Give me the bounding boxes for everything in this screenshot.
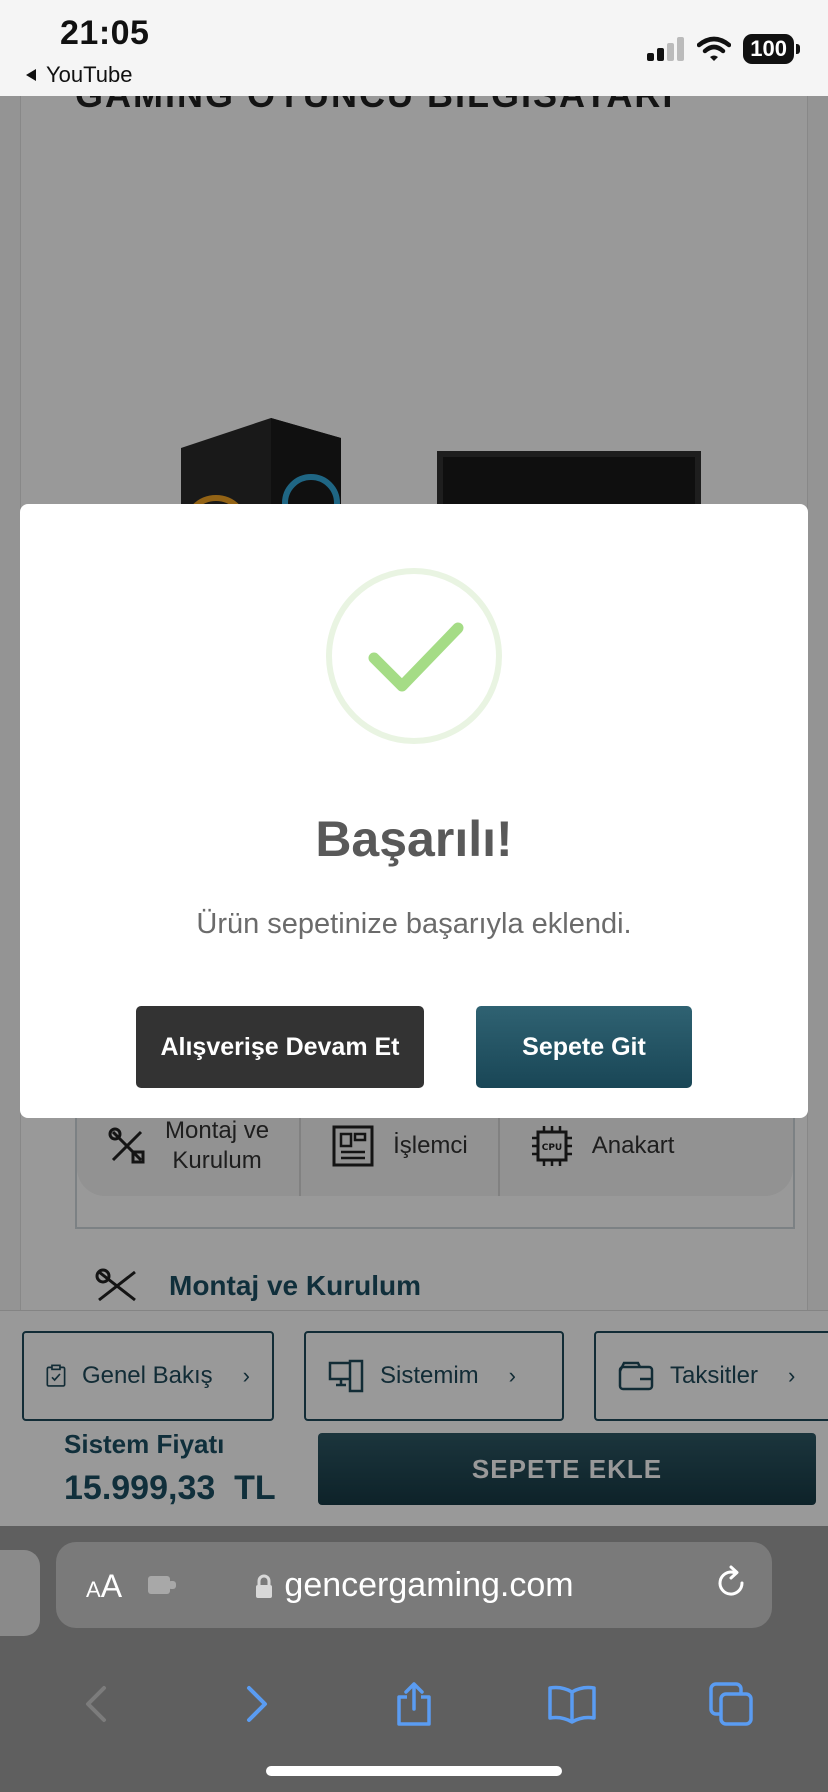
status-indicators: 100 <box>647 34 800 64</box>
tabs-icon[interactable] <box>691 1664 771 1744</box>
back-triangle-icon <box>26 69 36 81</box>
previous-tab-peek[interactable] <box>0 1550 40 1636</box>
url-text: gencergaming.com <box>284 1566 574 1604</box>
address-bar[interactable]: AA gencergaming.com <box>56 1542 772 1628</box>
status-bar: 21:05 YouTube 100 <box>0 0 828 96</box>
reload-icon[interactable] <box>712 1564 750 1602</box>
cellular-signal-icon <box>647 37 685 61</box>
back-to-app[interactable]: YouTube <box>24 62 132 88</box>
share-icon[interactable] <box>374 1664 454 1744</box>
back-icon[interactable] <box>57 1664 137 1744</box>
success-icon <box>326 568 502 744</box>
browser-toolbar <box>0 1660 828 1748</box>
wifi-icon <box>697 36 732 61</box>
go-to-cart-button[interactable]: Sepete Git <box>476 1006 692 1088</box>
bookmarks-icon[interactable] <box>532 1664 612 1744</box>
back-app-label: YouTube <box>46 62 133 87</box>
dialog-message: Ürün sepetinize başarıyla eklendi. <box>196 908 632 940</box>
browser-chrome: AA gencergaming.com <box>0 1526 828 1792</box>
battery-indicator: 100 <box>743 34 800 64</box>
dialog-title: Başarılı! <box>315 811 513 867</box>
continue-shopping-button[interactable]: Alışverişe Devam Et <box>136 1006 424 1088</box>
home-indicator <box>266 1766 562 1776</box>
forward-icon[interactable] <box>216 1664 296 1744</box>
success-dialog: Başarılı! Ürün sepetinize başarıyla ekle… <box>20 504 808 1118</box>
url-display[interactable]: gencergaming.com <box>56 1566 772 1605</box>
lock-icon <box>256 1574 273 1599</box>
status-time: 21:05 <box>60 14 150 52</box>
checkmark-icon <box>368 622 464 692</box>
